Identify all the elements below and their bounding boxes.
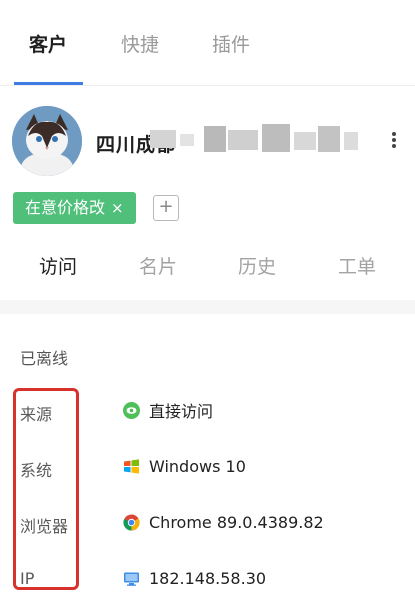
redacted-name-mosaic [150, 124, 360, 156]
label-highlight-box [13, 388, 79, 590]
source-value: 直接访问 [123, 399, 213, 421]
top-tab-bar: 客户 快捷 插件 [0, 0, 415, 86]
browser-value-text: Chrome 89.0.4389.82 [149, 512, 324, 532]
customer-profile: 四川成都 在意价格改 × + 访问 名片 历史 工单 [0, 86, 415, 300]
section-divider [0, 300, 415, 314]
tab-customer[interactable]: 客户 [29, 30, 67, 57]
ip-value: 182.148.58.30 [123, 567, 266, 589]
ip-value-text: 182.148.58.30 [149, 568, 267, 588]
windows-icon [124, 458, 139, 474]
monitor-icon [124, 572, 139, 586]
active-tab-indicator [14, 82, 83, 85]
tab-history[interactable]: 历史 [238, 252, 276, 279]
cat-avatar-image [12, 106, 82, 176]
tab-visit[interactable]: 访问 [39, 252, 77, 279]
more-options-icon[interactable] [388, 130, 400, 154]
system-value: Windows 10 [123, 455, 246, 477]
customer-tag[interactable]: 在意价格改 × [13, 192, 136, 224]
tab-card[interactable]: 名片 [139, 252, 177, 279]
tab-plugins[interactable]: 插件 [212, 30, 250, 57]
customer-tag-label: 在意价格改 [25, 198, 106, 217]
tag-close-icon[interactable]: × [111, 199, 124, 217]
eye-icon [123, 401, 140, 419]
chrome-icon [123, 514, 140, 530]
system-value-text: Windows 10 [149, 456, 246, 476]
tab-shortcuts[interactable]: 快捷 [121, 30, 159, 57]
online-status: 已离线 [20, 349, 69, 368]
browser-value: Chrome 89.0.4389.82 [123, 511, 324, 533]
avatar[interactable] [12, 106, 82, 176]
tab-ticket[interactable]: 工单 [338, 252, 376, 279]
add-tag-button[interactable]: + [153, 195, 179, 221]
source-value-text: 直接访问 [149, 402, 214, 421]
